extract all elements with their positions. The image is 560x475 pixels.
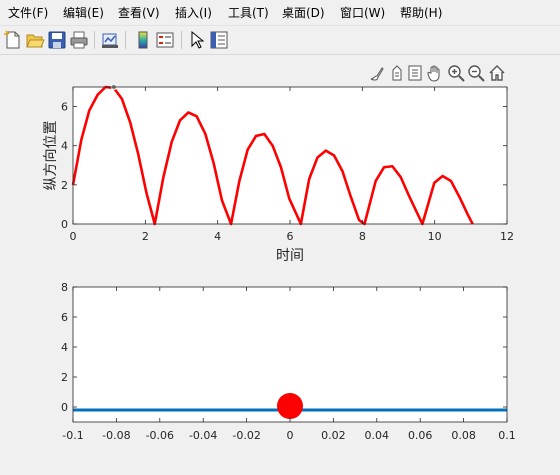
x-tick-label: 0 [287,429,294,442]
x-tick-label: 0.04 [365,429,390,442]
x-tick-label: -0.1 [62,429,83,442]
ball-marker [277,393,303,419]
x-tick-label: 0.02 [321,429,346,442]
x-tick-label: 0.1 [498,429,516,442]
y-tick-label: 6 [61,311,68,324]
y-tick-label: 0 [61,401,68,414]
ball-animation-chart: -0.1 -0.08 -0.06 -0.04 -0.02 0 0.02 0.04 0.06 0.0… [61,281,516,442]
y-tick-label: 4 [61,341,68,354]
x-tick-label: -0.08 [102,429,130,442]
x-tick-label: -0.06 [146,429,174,442]
x-tick-label: -0.04 [189,429,217,442]
x-tick-label: 0.08 [451,429,476,442]
y-tick-label: 2 [61,371,68,384]
y-tick-label: 8 [61,281,68,294]
x-tick-label: -0.02 [232,429,260,442]
x-tick-label: 0.06 [408,429,433,442]
